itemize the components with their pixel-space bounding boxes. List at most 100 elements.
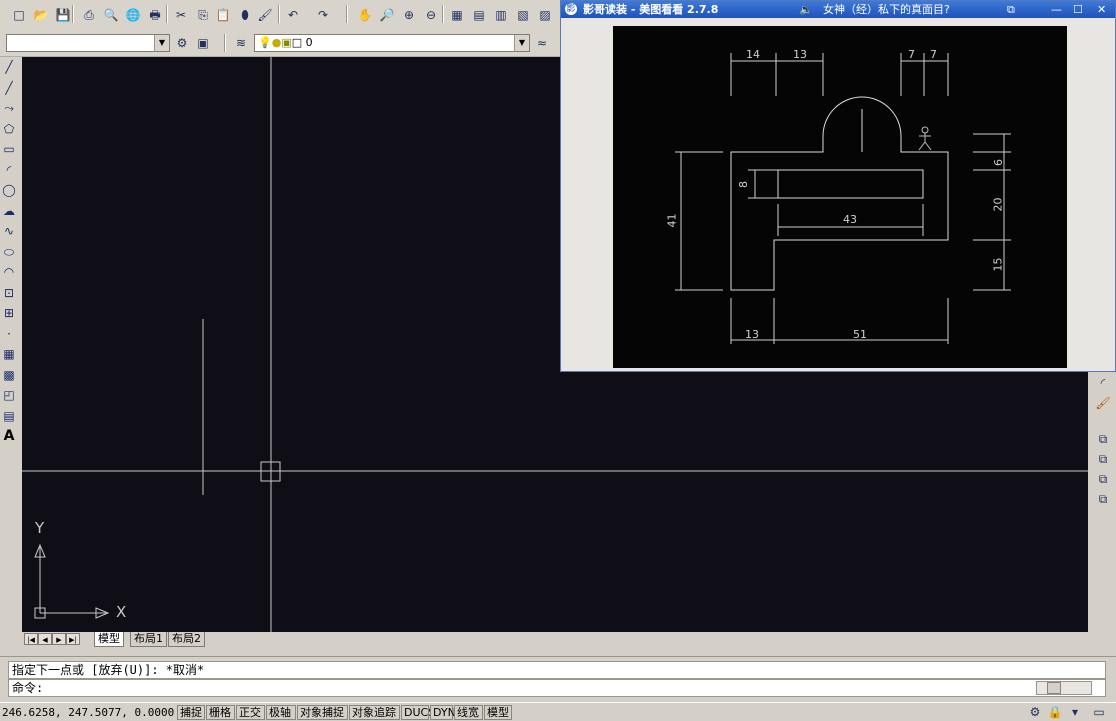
chevron-down-icon[interactable]: ▼	[154, 35, 169, 51]
maximize-icon[interactable]: ☐	[1073, 1, 1083, 18]
chevron-down-icon[interactable]: ▼	[514, 35, 529, 51]
markup-icon[interactable]: ▨	[536, 6, 554, 24]
bring-above-icon[interactable]: ⧉	[1094, 470, 1112, 488]
new-icon[interactable]: □	[10, 6, 28, 24]
tab-nav-button[interactable]: ▶|	[66, 633, 80, 645]
status-toggle-button[interactable]: 栅格	[206, 705, 235, 720]
tool-palette-icon[interactable]: ▥	[492, 6, 510, 24]
image-viewer-window[interactable]: 影 影哥读装 - 美图看看 2.7.8 🔈 女神（经）私下的真面目? ⧉ — ☐…	[560, 0, 1116, 372]
ucs-x-label: X	[116, 603, 127, 621]
coordinate-readout[interactable]: 246.6258, 247.5077, 0.0000	[2, 706, 174, 719]
redo-icon[interactable]: ↷	[314, 6, 332, 24]
command-input-box[interactable]	[8, 679, 1106, 697]
save-icon[interactable]: 💾	[54, 6, 72, 24]
layout-tab[interactable]: 布局2	[168, 632, 205, 647]
status-toggle-button[interactable]: 线宽	[454, 705, 483, 720]
zoom-window-icon[interactable]: ⊕	[400, 6, 418, 24]
send-under-icon[interactable]: ⧉	[1094, 490, 1112, 508]
zoom-realtime-icon[interactable]: 🔎	[378, 6, 396, 24]
separator	[346, 5, 348, 23]
dim-label: 20	[991, 197, 1005, 212]
paste-icon[interactable]: 📋	[214, 6, 232, 24]
mtext-icon[interactable]: A	[0, 427, 18, 445]
tab-nav-button[interactable]: |◀	[24, 633, 38, 645]
part-outline	[730, 96, 949, 291]
copy-icon[interactable]: ⎘	[194, 6, 212, 24]
match-icon[interactable]: ⬮	[236, 6, 254, 24]
workspace-combo[interactable]: ▼	[6, 34, 170, 52]
table-icon[interactable]: ▤	[0, 407, 18, 425]
preview-icon[interactable]: 🔍	[102, 6, 120, 24]
insert-block-icon[interactable]: ⊡	[0, 284, 18, 302]
status-toggle-button[interactable]: 捕捉	[177, 705, 205, 720]
cut-icon[interactable]: ✂	[172, 6, 190, 24]
layout-tab[interactable]: 模型	[94, 632, 124, 647]
restore-icon[interactable]: ⧉	[1007, 1, 1015, 18]
publish-icon[interactable]: 🌐	[124, 6, 142, 24]
sheet-set-icon[interactable]: ▧	[514, 6, 532, 24]
tab-nav-button[interactable]: ▶	[52, 633, 66, 645]
status-toggle-button[interactable]: 模型	[484, 705, 512, 720]
ellipse-icon[interactable]: ⬭	[0, 243, 18, 261]
print-icon[interactable]: ⎙	[80, 6, 98, 24]
command-prompt: 命令:	[12, 681, 44, 695]
layer-previous-icon[interactable]: ≈	[533, 34, 551, 52]
clean-screen-icon[interactable]: ▭	[1090, 703, 1108, 721]
draw-order-back-icon[interactable]: ⧉	[1094, 450, 1112, 468]
design-center-icon[interactable]: ▤	[470, 6, 488, 24]
construction-line-icon[interactable]: ╱	[0, 79, 18, 97]
plot-icon[interactable]: 🖶	[146, 6, 164, 24]
make-block-icon[interactable]: ⊞	[0, 304, 18, 322]
layer-manager-icon[interactable]: ≋	[232, 34, 250, 52]
command-scrollbar[interactable]	[1036, 681, 1092, 695]
status-toggle-button[interactable]: 极轴	[266, 705, 296, 720]
undo-icon[interactable]: ↶	[284, 6, 302, 24]
lock-toolbar-icon[interactable]: 🔒	[1046, 703, 1064, 721]
polygon-icon[interactable]: ⬠	[0, 120, 18, 138]
arc-tool-icon[interactable]: ◜	[1094, 374, 1112, 392]
line-icon[interactable]: ╱	[0, 58, 18, 76]
gradient-icon[interactable]: ▩	[0, 366, 18, 384]
viewer-title-bar[interactable]: 影 影哥读装 - 美图看看 2.7.8 🔈 女神（经）私下的真面目? ⧉ — ☐…	[561, 1, 1115, 18]
sun-icon: ●	[271, 36, 282, 49]
speaker-icon[interactable]: 🔈	[799, 1, 813, 18]
revcloud-icon[interactable]: ☁	[0, 202, 18, 220]
minimize-icon[interactable]: —	[1051, 1, 1062, 18]
point-icon[interactable]: ·	[0, 325, 18, 343]
status-toggle-button[interactable]: 对象捕捉	[297, 705, 348, 720]
close-icon[interactable]: ✕	[1097, 1, 1106, 18]
media-text: 女神（经）私下的真面目?	[823, 3, 950, 16]
region-icon[interactable]: ◰	[0, 386, 18, 404]
status-toggle-button[interactable]: DUCS	[401, 705, 435, 720]
polyline-icon[interactable]: ⤳	[0, 99, 18, 117]
ellipse-arc-icon[interactable]: ◠	[0, 263, 18, 281]
lock-icon: ▣	[281, 36, 292, 49]
circle-icon[interactable]: ◯	[0, 181, 18, 199]
dim-label: 7	[908, 48, 915, 61]
comm-center-icon[interactable]: ⚙	[1026, 703, 1044, 721]
figure-marker	[918, 126, 932, 151]
zoom-prev-icon[interactable]: ⊖	[422, 6, 440, 24]
draw-order-front-icon[interactable]: ⧉	[1094, 430, 1112, 448]
workspace-save-icon[interactable]: ▣	[194, 34, 212, 52]
brush-tool-icon[interactable]: 🖌	[1094, 394, 1112, 412]
tab-nav-button[interactable]: ◀	[38, 633, 52, 645]
status-menu-icon[interactable]: ▾	[1066, 703, 1084, 721]
scroll-thumb[interactable]	[1047, 682, 1061, 694]
ucs-y-label: Y	[35, 519, 45, 537]
hatch-icon[interactable]: ▦	[0, 345, 18, 363]
layout-tab[interactable]: 布局1	[130, 632, 167, 647]
status-toggle-button[interactable]: DYN	[430, 705, 456, 720]
lightbulb-icon: 💡	[258, 36, 272, 49]
properties-icon[interactable]: ▦	[448, 6, 466, 24]
status-toggle-button[interactable]: 对象追踪	[349, 705, 400, 720]
status-toggle-button[interactable]: 正交	[236, 705, 265, 720]
pan-icon[interactable]: ✋	[356, 6, 374, 24]
layer-combo[interactable]: 💡●▣□ 0 ▼	[254, 34, 530, 52]
open-icon[interactable]: 📂	[32, 6, 50, 24]
spline-icon[interactable]: ∿	[0, 222, 18, 240]
rectangle-icon[interactable]: ▭	[0, 140, 18, 158]
arc-icon[interactable]: ◜	[0, 161, 18, 179]
brush-icon[interactable]: 🖌	[256, 6, 274, 24]
workspace-settings-icon[interactable]: ⚙	[173, 34, 191, 52]
